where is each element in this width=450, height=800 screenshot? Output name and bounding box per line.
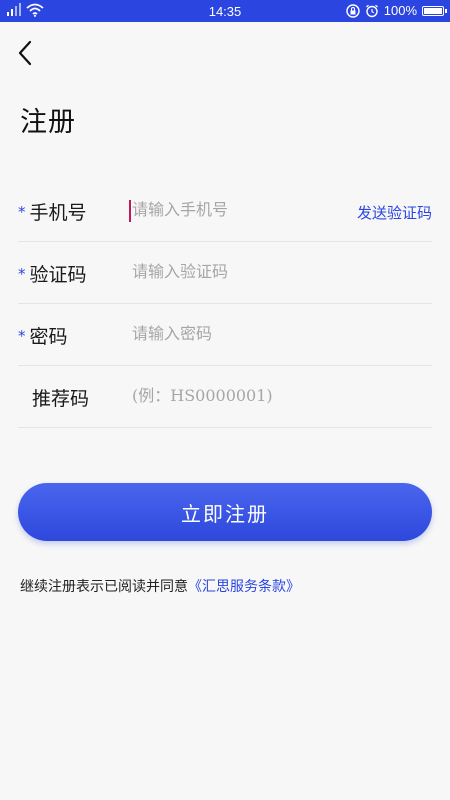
rotation-lock-icon xyxy=(346,3,360,18)
registration-form: *手机号 发送验证码 *验证码 *密码 推荐码 xyxy=(18,180,432,428)
referral-label-text: 推荐码 xyxy=(32,388,90,410)
code-input[interactable] xyxy=(130,256,422,286)
chevron-left-icon xyxy=(18,40,32,66)
back-button[interactable] xyxy=(12,36,42,70)
agreement-prefix: 继续注册表示已阅读并同意 xyxy=(20,579,188,595)
register-button[interactable]: 立即注册 xyxy=(18,483,432,541)
referral-label: 推荐码 xyxy=(18,384,89,411)
phone-row: *手机号 发送验证码 xyxy=(18,180,432,242)
code-label: * 验证码 xyxy=(18,260,87,287)
battery-percentage: 100% xyxy=(383,3,417,18)
page-title: 注册 xyxy=(20,107,76,138)
battery-icon xyxy=(422,5,447,16)
password-input[interactable] xyxy=(130,318,422,348)
required-mark: * xyxy=(18,327,26,345)
referral-input[interactable] xyxy=(130,380,422,410)
phone-label-text: 手机号 xyxy=(29,202,87,224)
battery-fill xyxy=(424,7,442,14)
referral-row: 推荐码 xyxy=(18,366,432,428)
required-mark: * xyxy=(18,203,26,221)
send-code-button[interactable]: 发送验证码 xyxy=(357,202,432,223)
code-row: * 验证码 xyxy=(18,242,432,304)
password-row: * 密码 xyxy=(18,304,432,366)
phone-input[interactable] xyxy=(130,194,342,224)
code-label-text: 验证码 xyxy=(29,264,87,286)
phone-label: * 手机号 xyxy=(18,198,87,225)
required-mark: * xyxy=(18,265,26,283)
status-right-group: 100% xyxy=(346,3,447,18)
password-label: * 密码 xyxy=(18,322,68,349)
terms-link[interactable]: 《汇思服务条款》 xyxy=(188,579,300,595)
agreement-text: 继续注册表示已阅读并同意《汇思服务条款》 xyxy=(20,576,300,596)
status-bar: 14:35 100% xyxy=(0,0,450,22)
alarm-icon xyxy=(365,4,378,17)
password-label-text: 密码 xyxy=(29,326,68,348)
